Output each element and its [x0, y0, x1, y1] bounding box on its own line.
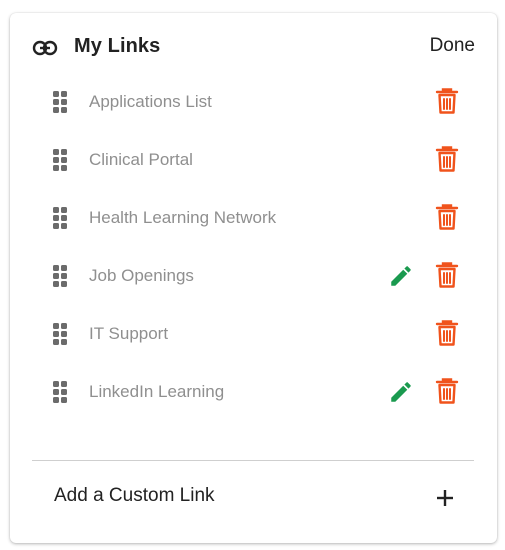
drag-handle-icon[interactable]	[52, 322, 68, 346]
list-item[interactable]: Health Learning Network	[10, 189, 497, 247]
drag-handle-icon[interactable]	[52, 206, 68, 230]
trash-icon[interactable]	[434, 261, 460, 289]
list-item[interactable]: Clinical Portal	[10, 131, 497, 189]
link-icon	[32, 40, 58, 56]
link-label[interactable]: Applications List	[89, 92, 212, 112]
pencil-icon[interactable]	[388, 263, 414, 289]
list-item[interactable]: LinkedIn Learning	[10, 363, 497, 421]
link-list: Applications List Clinical Portal Health L…	[10, 73, 497, 421]
pencil-icon[interactable]	[388, 379, 414, 405]
divider	[32, 460, 474, 461]
list-item[interactable]: Applications List	[10, 73, 497, 131]
link-label[interactable]: Job Openings	[89, 266, 194, 286]
list-item[interactable]: Job Openings	[10, 247, 497, 305]
link-label[interactable]: LinkedIn Learning	[89, 382, 224, 402]
page-title: My Links	[74, 35, 161, 57]
trash-icon[interactable]	[434, 377, 460, 405]
add-custom-link-label: Add a Custom Link	[54, 485, 215, 506]
list-item[interactable]: IT Support	[10, 305, 497, 363]
drag-handle-icon[interactable]	[52, 380, 68, 404]
link-label[interactable]: Clinical Portal	[89, 150, 193, 170]
my-links-card: My Links Done Applications List Clinical …	[10, 13, 497, 543]
plus-icon[interactable]	[434, 487, 456, 509]
trash-icon[interactable]	[434, 145, 460, 173]
done-button[interactable]: Done	[430, 35, 475, 57]
add-custom-link-button[interactable]: Add a Custom Link	[10, 463, 497, 531]
drag-handle-icon[interactable]	[52, 264, 68, 288]
link-label[interactable]: Health Learning Network	[89, 208, 276, 228]
trash-icon[interactable]	[434, 203, 460, 231]
trash-icon[interactable]	[434, 319, 460, 347]
drag-handle-icon[interactable]	[52, 148, 68, 172]
drag-handle-icon[interactable]	[52, 90, 68, 114]
link-label[interactable]: IT Support	[89, 324, 168, 344]
trash-icon[interactable]	[434, 87, 460, 115]
